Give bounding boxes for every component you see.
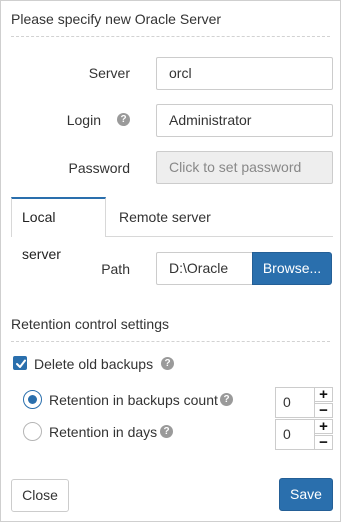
retention-count-label[interactable]: Retention in backups count <box>49 392 218 408</box>
save-button[interactable]: Save <box>279 478 333 511</box>
retention-days-help-icon[interactable]: ? <box>160 425 173 438</box>
path-input[interactable]: D:\Oracle <box>156 252 254 285</box>
retention-days-radio[interactable] <box>23 422 42 441</box>
browse-button[interactable]: Browse... <box>252 252 332 285</box>
server-label: Server <box>88 65 130 81</box>
close-button[interactable]: Close <box>11 479 69 512</box>
retention-days-stepper: 0 + − <box>275 419 333 450</box>
tab-remote-server[interactable]: Remote server <box>109 197 221 237</box>
retention-count-help-icon[interactable]: ? <box>220 393 233 406</box>
title-divider <box>11 36 330 37</box>
retention-divider <box>11 341 330 342</box>
minus-icon[interactable]: − <box>315 403 333 418</box>
password-label: Password <box>68 160 130 176</box>
server-input[interactable]: orcl <box>156 57 333 90</box>
checkmark-icon <box>16 359 26 368</box>
login-input[interactable]: Administrator <box>156 104 333 137</box>
delete-old-backups-checkbox[interactable] <box>13 356 27 370</box>
retention-title: Retention control settings <box>11 316 169 332</box>
minus-icon[interactable]: − <box>315 435 333 450</box>
dialog-title: Please specify new Oracle Server <box>11 11 222 27</box>
login-label: Login <box>66 112 101 128</box>
delete-old-help-icon[interactable]: ? <box>161 357 174 370</box>
retention-count-radio[interactable] <box>23 390 42 409</box>
delete-old-backups-label[interactable]: Delete old backups <box>34 356 153 372</box>
retention-count-value[interactable]: 0 <box>275 387 315 418</box>
oracle-server-dialog: Please specify new Oracle Server Server … <box>0 0 341 522</box>
password-field[interactable]: Click to set password <box>156 151 333 184</box>
plus-icon[interactable]: + <box>315 419 333 434</box>
login-help-icon[interactable]: ? <box>117 113 130 126</box>
plus-icon[interactable]: + <box>315 387 333 402</box>
retention-days-label[interactable]: Retention in days <box>49 424 157 440</box>
retention-days-value[interactable]: 0 <box>275 419 315 450</box>
tab-local-server[interactable]: Local server <box>11 197 106 262</box>
radio-selected-dot <box>28 395 37 404</box>
path-label: Path <box>101 261 130 277</box>
retention-count-stepper: 0 + − <box>275 387 333 418</box>
